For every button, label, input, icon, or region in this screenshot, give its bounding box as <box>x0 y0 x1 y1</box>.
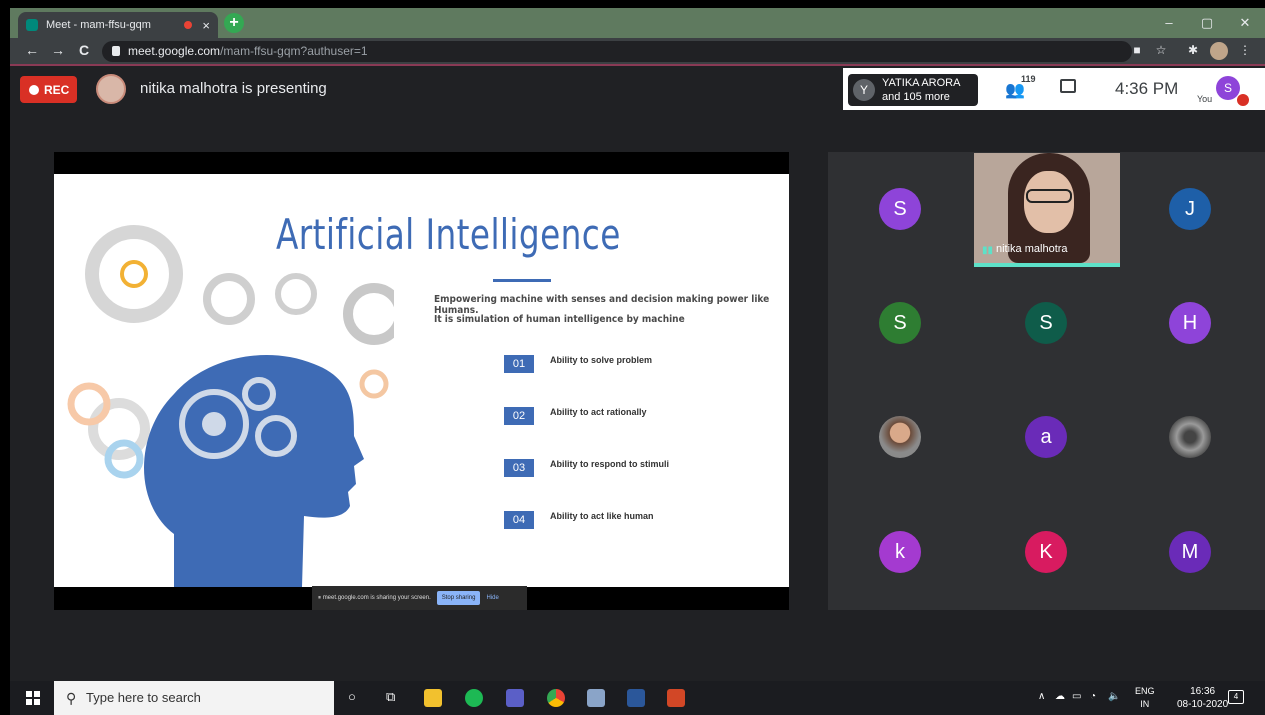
word-icon[interactable] <box>627 689 645 707</box>
glasses-icon <box>1026 189 1072 203</box>
clock-date: 08-10-2020 <box>1177 699 1229 710</box>
participant-tile[interactable]: J <box>1169 188 1211 230</box>
tray-chevron-icon[interactable]: ∧ <box>1038 691 1045 702</box>
participant-tile[interactable]: k <box>879 531 921 573</box>
window-close-button[interactable]: ✕ <box>1226 8 1264 38</box>
lang-code: ENG <box>1135 686 1155 696</box>
system-clock[interactable]: 16:36 08-10-2020 <box>1177 685 1228 711</box>
windows-start-icon[interactable] <box>26 691 40 705</box>
you-label: You <box>1197 94 1213 104</box>
recording-badge: REC <box>20 76 77 103</box>
back-button[interactable]: ← <box>22 42 42 58</box>
recording-dot-icon <box>184 21 192 29</box>
reload-button[interactable]: C <box>74 42 94 58</box>
participant-count: 119 <box>1021 74 1036 84</box>
video-tile-name: nitika malhotra <box>996 243 1068 255</box>
window-minimize-button[interactable]: – <box>1150 8 1188 38</box>
presenting-status: nitika malhotra is presenting <box>140 80 327 97</box>
wifi-icon[interactable]: ◔ <box>1090 691 1096 702</box>
participant-photo-avatar[interactable] <box>1169 416 1211 458</box>
camera-icon[interactable]: ■ <box>1128 43 1146 57</box>
presenter-video-tile[interactable]: ▮▮ nitika malhotra <box>974 153 1120 267</box>
taskbar-search-input[interactable]: ⚲ Type here to search <box>54 681 334 715</box>
lock-icon <box>112 46 120 56</box>
teams-icon[interactable] <box>506 689 524 707</box>
mic-off-icon <box>1237 94 1249 106</box>
participants-preview-chip[interactable]: Y YATIKA ARORA and 105 more <box>848 74 978 106</box>
address-bar[interactable]: meet.google.com/mam-ffsu-gqm?authuser=1 <box>102 41 1132 62</box>
rec-label: REC <box>44 82 70 97</box>
ability-number: 01 <box>504 355 534 373</box>
participant-tile[interactable]: H <box>1169 302 1211 344</box>
file-explorer-icon[interactable] <box>424 689 442 707</box>
record-dot-icon <box>29 84 39 95</box>
title-divider <box>493 279 551 282</box>
ability-number: 03 <box>504 459 534 477</box>
participant-name: YATIKA ARORA <box>882 77 961 89</box>
search-icon: ⚲ <box>66 690 77 706</box>
participant-more: and 105 more <box>882 91 950 103</box>
ability-text: Ability to act like human <box>550 511 654 521</box>
tab-title: Meet - mam-ffsu-gqm <box>46 19 151 31</box>
stop-sharing-button[interactable]: Stop sharing <box>436 591 481 605</box>
menu-kebab-icon[interactable]: ⋮ <box>1236 43 1254 57</box>
app-icon[interactable] <box>587 689 605 707</box>
browser-tab-strip: Meet - mam-ffsu-gqm × + – ▢ ✕ <box>10 8 1265 38</box>
sharing-notice: meet.google.com is sharing your screen. <box>322 595 431 601</box>
self-avatar[interactable]: S <box>1216 76 1240 100</box>
extensions-puzzle-icon[interactable]: ✱ <box>1184 43 1202 57</box>
powerpoint-icon[interactable] <box>667 689 685 707</box>
browser-profile-avatar[interactable] <box>1210 42 1228 60</box>
slide-description-line2: It is simulation of human intelligence b… <box>434 314 685 325</box>
notification-center-icon[interactable]: 4 <box>1228 690 1244 704</box>
participant-tile[interactable]: K <box>1025 531 1067 573</box>
url-host: meet.google.com <box>128 44 221 58</box>
participant-tile[interactable]: S <box>879 302 921 344</box>
pause-icon: ⏸ <box>318 594 322 601</box>
speaking-indicator-icon: ▮▮ <box>982 245 994 256</box>
meeting-time: 4:36 PM <box>1115 79 1179 98</box>
cortana-icon[interactable]: ○ <box>348 689 356 704</box>
slide-title: Artificial Intelligence <box>276 210 621 259</box>
participant-photo-avatar[interactable] <box>879 416 921 458</box>
lang-region: IN <box>1140 699 1150 709</box>
ability-number: 02 <box>504 407 534 425</box>
ability-text: Ability to act rationally <box>550 407 647 417</box>
screen-sharing-bar: ⏸ meet.google.com is sharing your screen… <box>312 586 527 610</box>
task-view-icon[interactable]: ⧉ <box>386 689 395 705</box>
participant-tile[interactable]: a <box>1025 416 1067 458</box>
browser-tab[interactable]: Meet - mam-ffsu-gqm × <box>18 12 218 38</box>
ability-number: 04 <box>504 511 534 529</box>
chat-icon[interactable] <box>1060 79 1076 93</box>
forward-button[interactable]: → <box>48 42 68 58</box>
new-tab-button[interactable]: + <box>224 13 244 33</box>
tab-close-button[interactable]: × <box>202 18 210 33</box>
search-placeholder: Type here to search <box>86 690 201 705</box>
participant-tile[interactable]: M <box>1169 531 1211 573</box>
presentation-slide: Artificial Intelligence Empowering machi… <box>54 174 789 587</box>
browser-toolbar: ← → C meet.google.com/mam-ffsu-gqm?authu… <box>10 38 1265 66</box>
battery-icon[interactable]: ▭ <box>1072 691 1081 702</box>
ability-text: Ability to solve problem <box>550 355 653 365</box>
hide-button[interactable]: Hide <box>486 595 498 601</box>
clock-time: 16:36 <box>1190 686 1216 697</box>
presenter-avatar <box>96 74 126 104</box>
desktop-screen: Meet - mam-ffsu-gqm × + – ▢ ✕ ← → C meet… <box>10 8 1265 715</box>
windows-taskbar: ⚲ Type here to search ○ ⧉ ∧ ☁ ▭ ◔ 🔈 ENG … <box>10 681 1265 715</box>
chrome-icon[interactable] <box>547 689 565 707</box>
participant-tile[interactable]: S <box>1025 302 1067 344</box>
ability-text: Ability to respond to stimuli <box>550 459 669 469</box>
volume-icon[interactable]: 🔈 <box>1108 691 1120 702</box>
bookmark-star-icon[interactable]: ☆ <box>1152 43 1170 57</box>
meet-favicon-icon <box>26 19 38 31</box>
language-indicator[interactable]: ENG IN <box>1135 685 1155 711</box>
window-maximize-button[interactable]: ▢ <box>1188 8 1226 38</box>
url-path: /mam-ffsu-gqm?authuser=1 <box>220 44 368 58</box>
onedrive-icon[interactable]: ☁ <box>1055 691 1065 702</box>
participant-tile[interactable]: S <box>879 188 921 230</box>
spotify-icon[interactable] <box>465 689 483 707</box>
participant-avatar: Y <box>853 79 875 101</box>
slide-description-line1: Empowering machine with senses and decis… <box>434 294 770 316</box>
